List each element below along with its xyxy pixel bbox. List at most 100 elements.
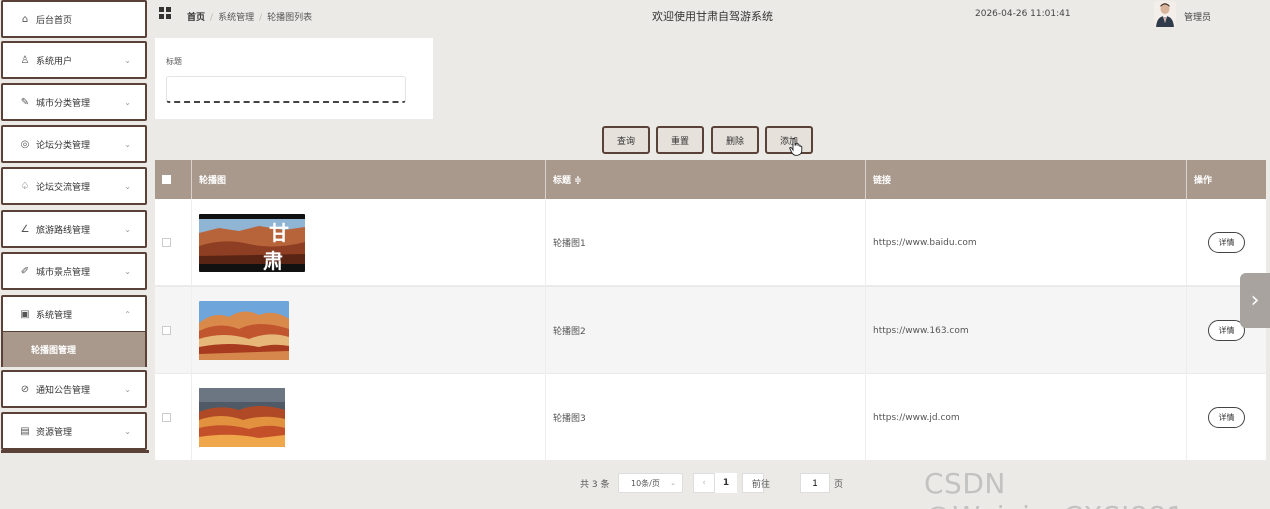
query-button[interactable]: 查询 xyxy=(602,126,650,154)
prev-page-button[interactable]: ‹ xyxy=(693,473,715,493)
chevron-down-icon: ⌄ xyxy=(124,224,131,234)
row-select-cell xyxy=(155,374,192,461)
chevron-down-icon: ⌄ xyxy=(124,384,131,394)
header-image: 轮播图 xyxy=(192,160,546,199)
breadcrumb-current: 轮播图列表 xyxy=(267,13,313,23)
row-checkbox[interactable] xyxy=(162,238,171,247)
breadcrumb-home[interactable]: 首页 xyxy=(187,13,205,23)
sidebar-item-system-users[interactable]: ♙ 系统用户 ⌄ xyxy=(1,41,147,79)
watermark: CSDN @Weixin_CXSJ881 xyxy=(924,467,1184,509)
detail-button[interactable]: 详情 xyxy=(1208,232,1245,253)
sidebar-item-travel-route[interactable]: ∠ 旅游路线管理 ⌄ xyxy=(1,210,147,248)
avatar[interactable] xyxy=(1154,1,1176,27)
title-cell: 轮播图2 xyxy=(546,287,866,374)
chart-icon: ∠ xyxy=(20,223,30,235)
sidebar-item-label: 资源管理 xyxy=(36,427,73,438)
sidebar-item-label: 城市分类管理 xyxy=(36,98,91,109)
svg-text:甘: 甘 xyxy=(269,221,289,245)
doc-icon: ▣ xyxy=(20,308,30,320)
breadcrumb-system: 系统管理 xyxy=(218,13,255,23)
sidebar-item-city-category[interactable]: ✎ 城市分类管理 ⌄ xyxy=(1,83,147,121)
sidebar-item-label: 后台首页 xyxy=(36,15,73,26)
breadcrumb: 首页 / 系统管理 / 轮播图列表 xyxy=(187,13,313,23)
sidebar-item-forum-discussion[interactable]: ♤ 论坛交流管理 ⌄ xyxy=(1,167,147,205)
row-checkbox[interactable] xyxy=(162,413,171,422)
action-cell: 详情 xyxy=(1187,374,1266,461)
chevron-down-icon: ⌄ xyxy=(670,479,676,487)
sidebar-item-label: 论坛分类管理 xyxy=(36,140,91,151)
title-cell: 轮播图1 xyxy=(546,199,866,286)
link-cell: https://www.163.com xyxy=(866,287,1187,374)
chevron-down-icon: ⌄ xyxy=(124,97,131,107)
link-cell: https://www.jd.com xyxy=(866,374,1187,461)
image-cell: 甘 肃 xyxy=(192,199,546,286)
goto-label: 前往 xyxy=(752,480,771,490)
sidebar-item-forum-category[interactable]: ◎ 论坛分类管理 ⌄ xyxy=(1,125,147,163)
datetime: 2026-04-26 11:01:41 xyxy=(975,9,1071,19)
search-panel: 标题 xyxy=(155,38,433,119)
delete-button[interactable]: 删除 xyxy=(711,126,759,154)
sidebar-subitem-carousel[interactable]: 轮播图管理 xyxy=(1,332,147,367)
list-icon: ▤ xyxy=(20,425,30,437)
chevron-up-icon: ⌃ xyxy=(124,309,131,319)
paperclip-icon: ⊘ xyxy=(20,383,30,395)
sidebar-item-notices[interactable]: ⊘ 通知公告管理 ⌄ xyxy=(1,370,147,408)
header-actions: 操作 xyxy=(1194,176,1213,186)
total-count: 共 3 条 xyxy=(580,480,610,490)
page-title: 欢迎使用甘肃自驾游系统 xyxy=(652,10,773,23)
username[interactable]: 管理员 xyxy=(1184,10,1211,23)
goto-page-input[interactable] xyxy=(800,473,830,493)
bell-icon: ♤ xyxy=(20,180,30,192)
header-link: 链接 xyxy=(866,160,1187,199)
grid-circle-icon: ◎ xyxy=(20,138,30,150)
current-page[interactable]: 1 xyxy=(715,473,737,493)
row-select-cell xyxy=(155,199,192,286)
sidebar-item-system-management[interactable]: ▣ 系统管理 ⌃ xyxy=(1,295,147,333)
edit-icon: ✎ xyxy=(20,96,30,108)
sidebar-item-label: 城市景点管理 xyxy=(36,267,91,278)
image-cell xyxy=(192,374,546,461)
row-select-cell xyxy=(155,287,192,374)
link-cell: https://www.baidu.com xyxy=(866,199,1187,286)
sidebar-item-label: 旅游路线管理 xyxy=(36,225,91,236)
sidebar-item-label: 论坛交流管理 xyxy=(36,182,91,193)
menu-grid-icon[interactable] xyxy=(159,7,172,20)
reset-button[interactable]: 重置 xyxy=(656,126,704,154)
sidebar-item-label: 通知公告管理 xyxy=(36,385,91,396)
chevron-down-icon: ⌄ xyxy=(124,55,131,65)
page-size-value: 10条/页 xyxy=(631,478,660,488)
home-icon: ⌂ xyxy=(21,13,29,25)
title-cell: 轮播图3 xyxy=(546,374,866,461)
user-icon: ♙ xyxy=(20,54,30,66)
chevron-down-icon: ⌄ xyxy=(124,266,131,276)
carousel-image-thumbnail: 甘 肃 xyxy=(199,213,305,272)
header-title-sortable[interactable]: 标题 ≑ xyxy=(546,160,866,199)
table-row: 甘 肃 轮播图1 https://www.baidu.com 详情 xyxy=(155,199,1266,286)
svg-text:肃: 肃 xyxy=(263,249,283,272)
sidebar-item-resources[interactable]: ▤ 资源管理 ⌄ xyxy=(1,412,147,450)
chevron-down-icon: ⌄ xyxy=(124,139,131,149)
expand-panel-button[interactable]: › xyxy=(1240,273,1270,328)
page-size-select[interactable]: 10条/页 ⌄ xyxy=(618,473,683,493)
table-row: 轮播图3 https://www.jd.com 详情 xyxy=(155,374,1266,461)
sidebar-item-home[interactable]: ⌂ 后台首页 xyxy=(1,0,147,38)
image-cell xyxy=(192,287,546,374)
carousel-image-thumbnail xyxy=(199,301,289,360)
title-search-input[interactable] xyxy=(166,76,406,103)
sidebar: ⌂ 后台首页 ♙ 系统用户 ⌄ ✎ 城市分类管理 ⌄ ◎ 论坛分类管理 ⌄ ♤ … xyxy=(0,0,150,509)
table-header: 轮播图 标题 ≑ 链接 操作 xyxy=(155,160,1266,199)
sidebar-item-label: 系统管理 xyxy=(36,310,73,321)
sidebar-item-city-attractions[interactable]: ✐ 城市景点管理 ⌄ xyxy=(1,252,147,290)
sidebar-item-label: 系统用户 xyxy=(36,56,73,67)
top-bar: 首页 / 系统管理 / 轮播图列表 欢迎使用甘肃自驾游系统 2026-04-26 11:… xyxy=(150,0,1270,30)
select-all-checkbox[interactable] xyxy=(162,175,171,184)
search-label: 标题 xyxy=(166,57,182,66)
carousel-image-thumbnail xyxy=(199,388,285,447)
pencil-icon: ✐ xyxy=(20,265,30,277)
detail-button[interactable]: 详情 xyxy=(1208,407,1245,428)
row-checkbox[interactable] xyxy=(162,326,171,335)
header-select-all-cell xyxy=(155,160,192,199)
sidebar-bottom-divider xyxy=(1,450,149,453)
chevron-down-icon: ⌄ xyxy=(124,181,131,191)
chevron-right-icon: › xyxy=(1250,288,1260,313)
